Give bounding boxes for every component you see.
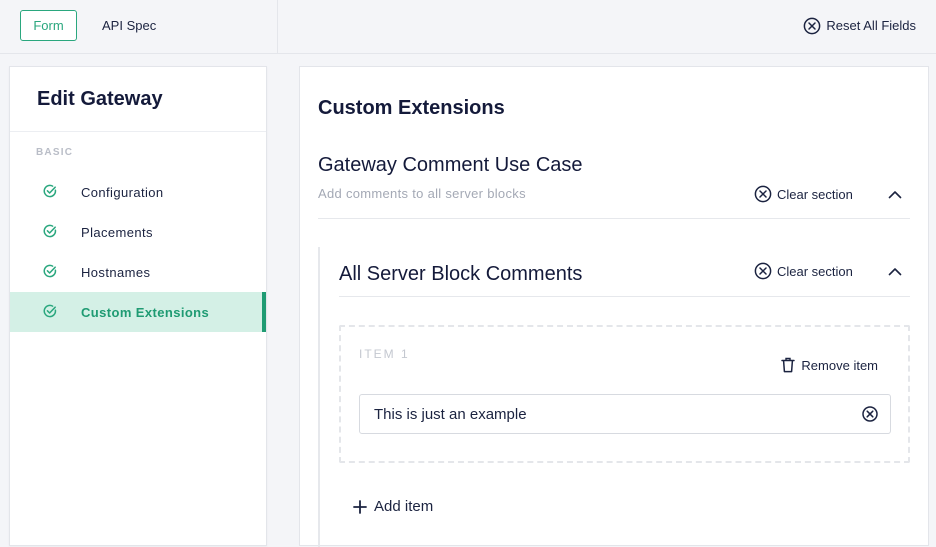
sidebar-item-label: Hostnames xyxy=(81,264,151,280)
sidebar-item-label: Placements xyxy=(81,224,153,240)
section-title: Gateway Comment Use Case xyxy=(318,154,583,176)
check-icon xyxy=(43,264,57,278)
trash-icon xyxy=(781,357,796,373)
sidebar-item-custom-extensions[interactable]: Custom Extensions xyxy=(10,292,266,332)
clear-section-label: Clear section xyxy=(777,263,853,279)
sidebar-title: Edit Gateway xyxy=(37,88,163,110)
sidebar-section-label: BASIC xyxy=(36,147,74,158)
comment-input[interactable] xyxy=(360,395,850,433)
sidebar-item-label: Configuration xyxy=(81,184,164,200)
list-item: ITEM 1 Remove item xyxy=(339,325,910,463)
x-circle-icon[interactable] xyxy=(861,405,879,423)
clear-section-button[interactable]: Clear section xyxy=(754,185,853,203)
reset-all-fields-button[interactable]: Reset All Fields xyxy=(803,10,916,41)
tab-form[interactable]: Form xyxy=(20,10,77,41)
nested-indent-bar xyxy=(318,247,320,547)
add-item-button[interactable]: Add item xyxy=(353,498,433,515)
remove-item-label: Remove item xyxy=(801,357,878,373)
check-icon xyxy=(43,184,57,198)
sidebar: Edit Gateway BASIC Configuration Placeme… xyxy=(9,66,267,546)
main-panel: Custom Extensions Gateway Comment Use Ca… xyxy=(299,66,929,547)
comment-text-field xyxy=(359,394,891,434)
subsection-divider xyxy=(339,296,910,297)
clear-subsection-button[interactable]: Clear section xyxy=(754,262,853,280)
remove-item-button[interactable]: Remove item xyxy=(781,357,878,373)
chevron-up-icon[interactable] xyxy=(887,187,903,203)
item-label: ITEM 1 xyxy=(359,347,410,361)
check-icon xyxy=(43,224,57,238)
subsection-title: All Server Block Comments xyxy=(339,263,583,285)
reset-all-fields-label: Reset All Fields xyxy=(826,18,916,33)
chevron-up-icon[interactable] xyxy=(887,264,903,280)
x-circle-icon xyxy=(754,185,772,203)
sidebar-item-placements[interactable]: Placements xyxy=(10,212,266,252)
page-title: Custom Extensions xyxy=(318,97,505,119)
x-circle-icon xyxy=(754,262,772,280)
sidebar-divider xyxy=(10,131,266,132)
check-icon xyxy=(43,304,57,318)
add-item-label: Add item xyxy=(374,498,434,515)
section-divider xyxy=(318,218,910,219)
sidebar-item-configuration[interactable]: Configuration xyxy=(10,172,266,212)
plus-icon xyxy=(353,499,367,514)
sidebar-item-hostnames[interactable]: Hostnames xyxy=(10,252,266,292)
section-description: Add comments to all server blocks xyxy=(318,186,526,201)
tab-api-spec[interactable]: API Spec xyxy=(102,10,156,41)
clear-section-label: Clear section xyxy=(777,186,853,202)
sidebar-item-label: Custom Extensions xyxy=(81,304,210,320)
topbar-divider xyxy=(277,0,278,54)
x-circle-icon xyxy=(803,17,821,35)
top-bar: Form API Spec Reset All Fields xyxy=(0,0,936,54)
